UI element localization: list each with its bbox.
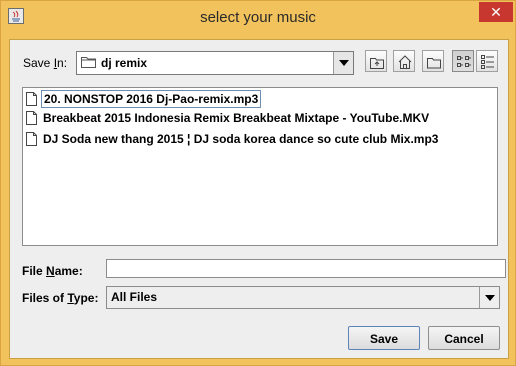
- window-title: select your music: [200, 9, 316, 26]
- folder-icon: [81, 57, 96, 68]
- file-chooser-window: select your music ✕ Save In: dj remix 20…: [0, 0, 516, 366]
- list-view-icon: [457, 56, 471, 67]
- file-name: 20. NONSTOP 2016 Dj-Pao-remix.mp3: [41, 90, 262, 108]
- home-icon: [398, 55, 412, 69]
- close-icon: ✕: [490, 4, 502, 20]
- file-icon: [26, 111, 37, 125]
- chevron-down-icon[interactable]: [333, 52, 353, 74]
- file-type-label: Files of Type:: [22, 291, 99, 305]
- file-icon: [26, 92, 37, 106]
- close-button[interactable]: ✕: [479, 2, 513, 22]
- chevron-down-icon[interactable]: [479, 287, 499, 308]
- file-name-label: File Name:: [22, 264, 83, 278]
- details-view-icon: [481, 55, 494, 69]
- save-in-label: Save In:: [23, 56, 68, 70]
- file-icon: [26, 132, 37, 146]
- details-view-button[interactable]: [476, 50, 498, 72]
- dialog-body: Save In: dj remix 20. NONSTOP 2016 Dj-Pa…: [9, 39, 509, 359]
- file-type-dropdown[interactable]: All Files: [106, 286, 500, 309]
- up-one-level-icon: [370, 58, 384, 69]
- up-one-level-button[interactable]: [365, 50, 387, 72]
- file-name: Breakbeat 2015 Indonesia Remix Breakbeat…: [43, 111, 430, 125]
- save-in-dropdown[interactable]: dj remix: [76, 51, 354, 75]
- home-button[interactable]: [393, 50, 415, 72]
- file-list[interactable]: 20. NONSTOP 2016 Dj-Pao-remix.mp3 Breakb…: [22, 87, 498, 246]
- file-name: DJ Soda new thang 2015 ¦ DJ soda korea d…: [43, 132, 439, 146]
- list-view-button[interactable]: [452, 50, 474, 72]
- new-folder-button[interactable]: [422, 50, 444, 72]
- save-button[interactable]: Save: [348, 326, 420, 350]
- file-type-value: All Files: [111, 290, 158, 304]
- save-in-value: dj remix: [101, 56, 148, 70]
- new-folder-icon: [427, 58, 441, 69]
- file-name-input[interactable]: [106, 259, 506, 278]
- cancel-button[interactable]: Cancel: [428, 326, 500, 350]
- title-bar[interactable]: select your music ✕: [1, 1, 515, 39]
